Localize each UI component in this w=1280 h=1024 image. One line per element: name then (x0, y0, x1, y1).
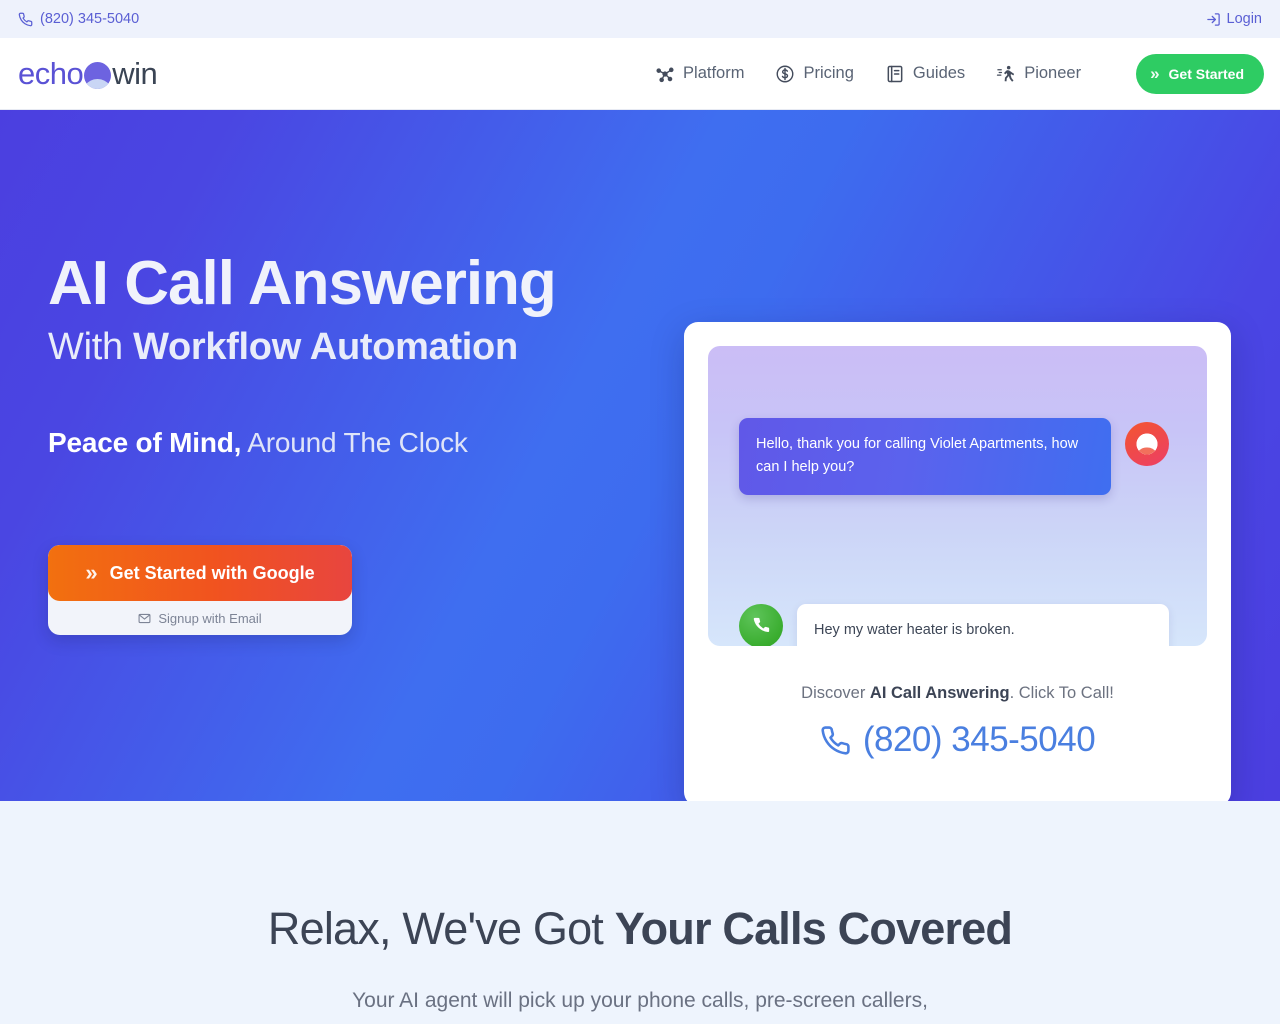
login-arrow-icon (1206, 12, 1221, 27)
get-started-button[interactable]: » Get Started (1136, 53, 1264, 94)
card-caption-bold: AI Call Answering (869, 684, 1010, 702)
get-started-label: Get Started (1168, 65, 1244, 82)
hero-subheadline-bold: Workflow Automation (133, 326, 518, 369)
hero-subheadline: With Workflow Automation (48, 326, 640, 369)
top-utility-bar: (820) 345-5040 Login (0, 0, 1280, 38)
hero-copy: AI Call Answering With Workflow Automati… (0, 110, 640, 636)
card-caption: Discover AI Call Answering. Click To Cal… (708, 684, 1207, 703)
dollar-circle-icon (775, 64, 795, 84)
login-label: Login (1226, 11, 1262, 27)
section2-title: Relax, We've Got Your Calls Covered (0, 903, 1280, 955)
hero-section: AI Call Answering With Workflow Automati… (0, 110, 1280, 801)
login-button[interactable]: Login (1206, 11, 1262, 27)
section2-subtitle: Your AI agent will pick up your phone ca… (0, 985, 1280, 1018)
hero-cta-group: » Get Started with Google Signup with Em… (48, 545, 352, 636)
logo-text-win: win (112, 55, 158, 91)
section2-subtitle-line1: Your AI agent will pick up your phone ca… (352, 989, 928, 1012)
topbar-phone-link[interactable]: (820) 345-5040 (18, 11, 139, 27)
card-phone-number: (820) 345-5040 (862, 720, 1096, 759)
nav-item-guides-label: Guides (912, 64, 966, 82)
hero-tagline-bold: Peace of Mind, (48, 427, 242, 459)
card-caption-prefix: Discover (801, 684, 870, 702)
card-caption-suffix: . Click To Call! (1009, 684, 1114, 702)
double-chevron-right-icon: » (1150, 63, 1160, 83)
features-intro-section: Relax, We've Got Your Calls Covered Your… (0, 801, 1280, 1024)
chat-message-user: Hey my water heater is broken. (739, 604, 1169, 646)
agent-message-bubble: Hello, thank you for calling Violet Apar… (739, 418, 1111, 495)
envelope-icon (138, 612, 151, 625)
runner-icon (996, 64, 1016, 84)
chat-preview-panel: Hello, thank you for calling Violet Apar… (708, 346, 1207, 646)
nav-item-guides[interactable]: Guides (885, 64, 965, 84)
echowin-orb-icon (84, 62, 112, 89)
chat-message-agent: Hello, thank you for calling Violet Apar… (739, 418, 1169, 495)
section2-title-bold: Your Calls Covered (614, 903, 1013, 954)
hero-headline: AI Call Answering (48, 249, 557, 318)
nav-item-platform[interactable]: Platform (655, 64, 744, 84)
nav-item-pricing[interactable]: Pricing (775, 64, 854, 84)
hero-demo-card: Hello, thank you for calling Violet Apar… (684, 322, 1231, 801)
get-started-with-google-button[interactable]: » Get Started with Google (48, 545, 352, 602)
get-started-with-google-label: Get Started with Google (109, 562, 315, 583)
nav-item-pioneer[interactable]: Pioneer (996, 64, 1081, 84)
nav-item-platform-label: Platform (683, 64, 745, 82)
section2-title-prefix: Relax, We've Got (267, 903, 615, 954)
echowin-agent-avatar-icon (1125, 422, 1169, 466)
signup-with-email-button[interactable]: Signup with Email (48, 601, 352, 635)
user-message-bubble: Hey my water heater is broken. (797, 604, 1169, 646)
agent-avatar-wave (1136, 433, 1158, 455)
logo-text-echo: echo (18, 55, 84, 91)
topbar-phone-text: (820) 345-5040 (40, 11, 140, 27)
hero-subheadline-prefix: With (48, 326, 134, 369)
double-chevron-right-icon: » (85, 560, 97, 586)
hero-tagline: Peace of Mind, Around The Clock (48, 427, 640, 459)
main-navigation: echo win Platform Pricing Guides Pioneer… (0, 38, 1280, 110)
phone-icon (18, 12, 33, 27)
signup-with-email-label: Signup with Email (158, 610, 262, 626)
network-nodes-icon (655, 64, 675, 84)
green-phone-icon (739, 604, 783, 646)
hero-tagline-rest: Around The Clock (241, 427, 468, 459)
book-icon (885, 64, 905, 84)
logo[interactable]: echo win (16, 55, 158, 92)
nav-links: Platform Pricing Guides Pioneer » Get St… (655, 53, 1264, 94)
card-phone-link[interactable]: (820) 345-5040 (708, 720, 1207, 760)
nav-item-pioneer-label: Pioneer (1024, 64, 1082, 82)
nav-item-pricing-label: Pricing (803, 64, 854, 82)
phone-icon (820, 725, 851, 756)
